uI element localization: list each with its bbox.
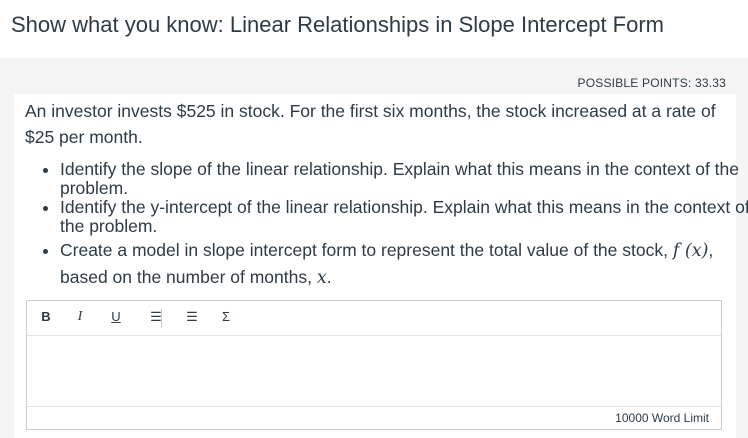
question-bullets: Identify the slope of the linear relatio… — [40, 160, 748, 291]
math-argument: (x) — [679, 241, 709, 261]
answer-text-area[interactable] — [27, 336, 721, 406]
bullet-text: . — [326, 267, 332, 287]
bold-button[interactable]: B — [39, 309, 53, 327]
question-intro: An investor invests $525 in stock. For t… — [25, 101, 716, 147]
editor-toolbar: B I U ☰ ☰ Σ — [27, 301, 721, 336]
bullet-text: Create a model in slope intercept form t… — [60, 240, 673, 260]
header: Show what you know: Linear Relationships… — [0, 0, 748, 58]
possible-points-label: POSSIBLE POINTS: 33.33 — [577, 76, 726, 90]
italic-button[interactable]: I — [73, 309, 87, 327]
bullet-item: Identify the y-intercept of the linear r… — [60, 198, 748, 236]
page-title: Show what you know: Linear Relationships… — [11, 12, 665, 37]
math-equation-icon[interactable]: Σ — [219, 309, 233, 327]
bullet-list-icon[interactable]: ☰ — [149, 309, 163, 327]
answer-editor: B I U ☰ ☰ Σ 10000 Word Limit — [26, 300, 722, 430]
math-variable: x — [316, 268, 327, 288]
bullet-item: Identify the slope of the linear relatio… — [60, 160, 748, 198]
editor-status-bar: 10000 Word Limit — [27, 406, 721, 429]
underline-button[interactable]: U — [109, 309, 123, 327]
bullet-item: Create a model in slope intercept form t… — [60, 237, 748, 291]
word-limit-label: 10000 Word Limit — [615, 411, 709, 425]
numbered-list-icon[interactable]: ☰ — [185, 309, 199, 327]
